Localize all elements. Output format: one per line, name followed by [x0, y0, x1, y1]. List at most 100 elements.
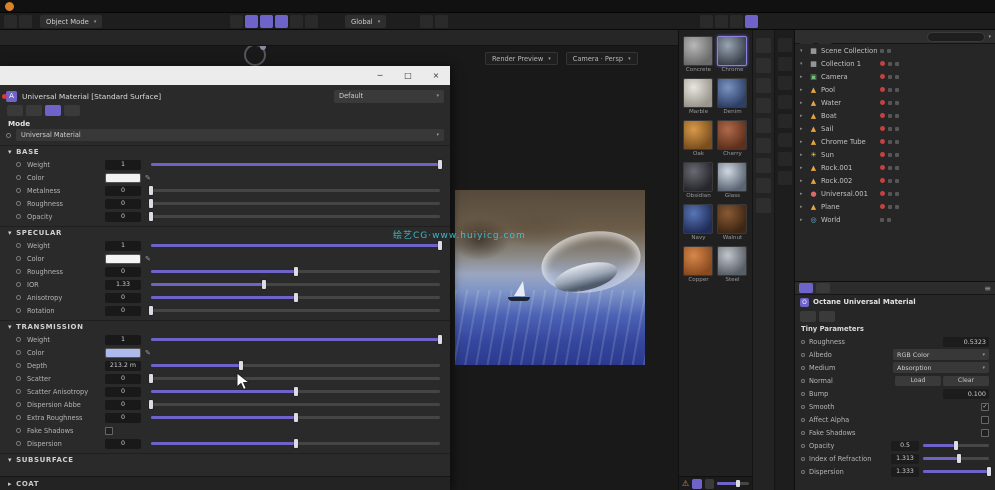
slider-handle[interactable]	[957, 454, 961, 463]
slider[interactable]	[151, 364, 440, 367]
visibility-toggle-icon[interactable]	[888, 205, 892, 209]
slider[interactable]	[151, 377, 440, 380]
dropdown[interactable]: RGB Color▾	[893, 349, 989, 360]
material-thumbnail[interactable]	[683, 162, 713, 192]
dialog-tab[interactable]	[64, 105, 80, 116]
expand-icon[interactable]: ▸	[800, 217, 806, 223]
expand-icon[interactable]: ▸	[800, 74, 806, 80]
value-field[interactable]: 0	[105, 186, 141, 196]
slider-handle[interactable]	[987, 467, 991, 476]
proportional-edit-icon[interactable]	[260, 15, 273, 28]
render-disabled-icon[interactable]	[880, 165, 885, 170]
load-button[interactable]: Load	[895, 376, 941, 386]
render-disabled-icon[interactable]	[880, 178, 885, 183]
color-swatch[interactable]	[105, 173, 141, 183]
material-item[interactable]: Marble	[683, 78, 714, 117]
outliner-row[interactable]: ▸ ▲ Sail	[795, 122, 995, 135]
material-item[interactable]: Navy	[683, 204, 714, 243]
material-item[interactable]: Walnut	[717, 204, 748, 243]
slider[interactable]	[151, 163, 440, 166]
color-swatch[interactable]	[105, 348, 141, 358]
outliner-type-icon[interactable]	[799, 29, 814, 44]
selectability-toggle-icon[interactable]	[895, 179, 899, 183]
value-field[interactable]: 0	[105, 267, 141, 277]
visibility-toggle-icon[interactable]	[888, 127, 892, 131]
menu-icon[interactable]	[778, 171, 792, 185]
slider-handle[interactable]	[294, 413, 298, 422]
section-header-transmission[interactable]: ▾ TRANSMISSION	[0, 320, 450, 333]
selectability-toggle-icon[interactable]	[895, 88, 899, 92]
visibility-toggle-icon[interactable]	[888, 101, 892, 105]
octane-render-icon[interactable]	[745, 15, 758, 28]
visibility-toggle-icon[interactable]	[888, 179, 892, 183]
material-thumbnail[interactable]	[683, 204, 713, 234]
section-header-coat[interactable]: ▸ COAT	[0, 476, 450, 490]
select-box-icon[interactable]	[756, 38, 771, 53]
search-input[interactable]	[927, 32, 985, 42]
slider-handle[interactable]	[438, 241, 442, 250]
snap-icon[interactable]	[245, 15, 258, 28]
expand-icon[interactable]: ▸	[800, 113, 806, 119]
selectability-toggle-icon[interactable]	[895, 205, 899, 209]
app-logo-icon[interactable]	[5, 2, 14, 11]
clear-button[interactable]: Clear	[943, 376, 989, 386]
workspace-icon[interactable]	[700, 15, 713, 28]
outliner-row[interactable]: ▸ ▲ Rock.001	[795, 161, 995, 174]
xray-icon[interactable]	[305, 15, 318, 28]
slider[interactable]	[923, 457, 989, 460]
eyedropper-icon[interactable]: ✎	[145, 255, 151, 263]
expand-icon[interactable]: ▸	[800, 87, 806, 93]
selectability-toggle-icon[interactable]	[895, 166, 899, 170]
render-disabled-icon[interactable]	[880, 126, 885, 131]
preview-toggle-button[interactable]	[692, 479, 701, 489]
outliner-row[interactable]: ▾ ▦ Collection 1	[795, 57, 995, 70]
material-item[interactable]: Concrete	[683, 36, 714, 75]
section-header-base[interactable]: ▾ BASE	[0, 145, 450, 158]
slider-handle[interactable]	[149, 374, 153, 383]
snap-target-icon[interactable]	[435, 15, 448, 28]
material-thumbnail[interactable]	[717, 36, 747, 66]
selectability-toggle-icon[interactable]	[895, 75, 899, 79]
magnet-icon[interactable]	[420, 15, 433, 28]
slider-handle[interactable]	[149, 212, 153, 221]
slider-handle[interactable]	[149, 306, 153, 315]
value-field[interactable]: 1.313	[891, 454, 919, 464]
render-disabled-icon[interactable]	[880, 113, 885, 118]
material-thumbnail[interactable]	[717, 78, 747, 108]
material-thumbnail[interactable]	[717, 120, 747, 150]
minimize-button[interactable]: ─	[366, 66, 394, 85]
expand-icon[interactable]: ▸	[800, 204, 806, 210]
dialog-tab[interactable]	[7, 105, 23, 116]
expand-icon[interactable]: ▾	[800, 48, 806, 54]
slider[interactable]	[151, 416, 440, 419]
value-field[interactable]: 0	[105, 306, 141, 316]
visibility-toggle-icon[interactable]	[888, 140, 892, 144]
viewport-dropdown[interactable]: Render Preview▾	[485, 52, 558, 65]
value-field[interactable]: 0	[105, 293, 141, 303]
slider-handle[interactable]	[954, 441, 958, 450]
slider[interactable]	[151, 202, 440, 205]
slider[interactable]	[151, 338, 440, 341]
expand-icon[interactable]: ▸	[800, 100, 806, 106]
slider[interactable]	[151, 296, 440, 299]
visibility-toggle-icon[interactable]	[880, 49, 884, 53]
material-thumbnail[interactable]	[717, 204, 747, 234]
value-field[interactable]: 1.333	[891, 467, 919, 477]
dialog-tab[interactable]	[26, 105, 42, 116]
value-field[interactable]: 0	[105, 199, 141, 209]
material-thumbnail[interactable]	[683, 246, 713, 276]
library-toggle-button[interactable]	[705, 479, 714, 489]
filter-icon[interactable]	[817, 29, 832, 44]
slider-handle[interactable]	[294, 387, 298, 396]
slider[interactable]	[151, 215, 440, 218]
render-disabled-icon[interactable]	[880, 152, 885, 157]
outliner-row[interactable]: ▸ ▲ Pool	[795, 83, 995, 96]
render-disabled-icon[interactable]	[880, 139, 885, 144]
selectability-toggle-icon[interactable]	[895, 62, 899, 66]
outliner-row[interactable]: ▸ ☀ Sun	[795, 148, 995, 161]
value-field[interactable]: 1.33	[105, 280, 141, 290]
scale-icon[interactable]	[756, 118, 771, 133]
pen-icon[interactable]	[778, 133, 792, 147]
properties-button[interactable]	[819, 311, 835, 322]
grease-pencil-icon[interactable]	[19, 15, 32, 28]
